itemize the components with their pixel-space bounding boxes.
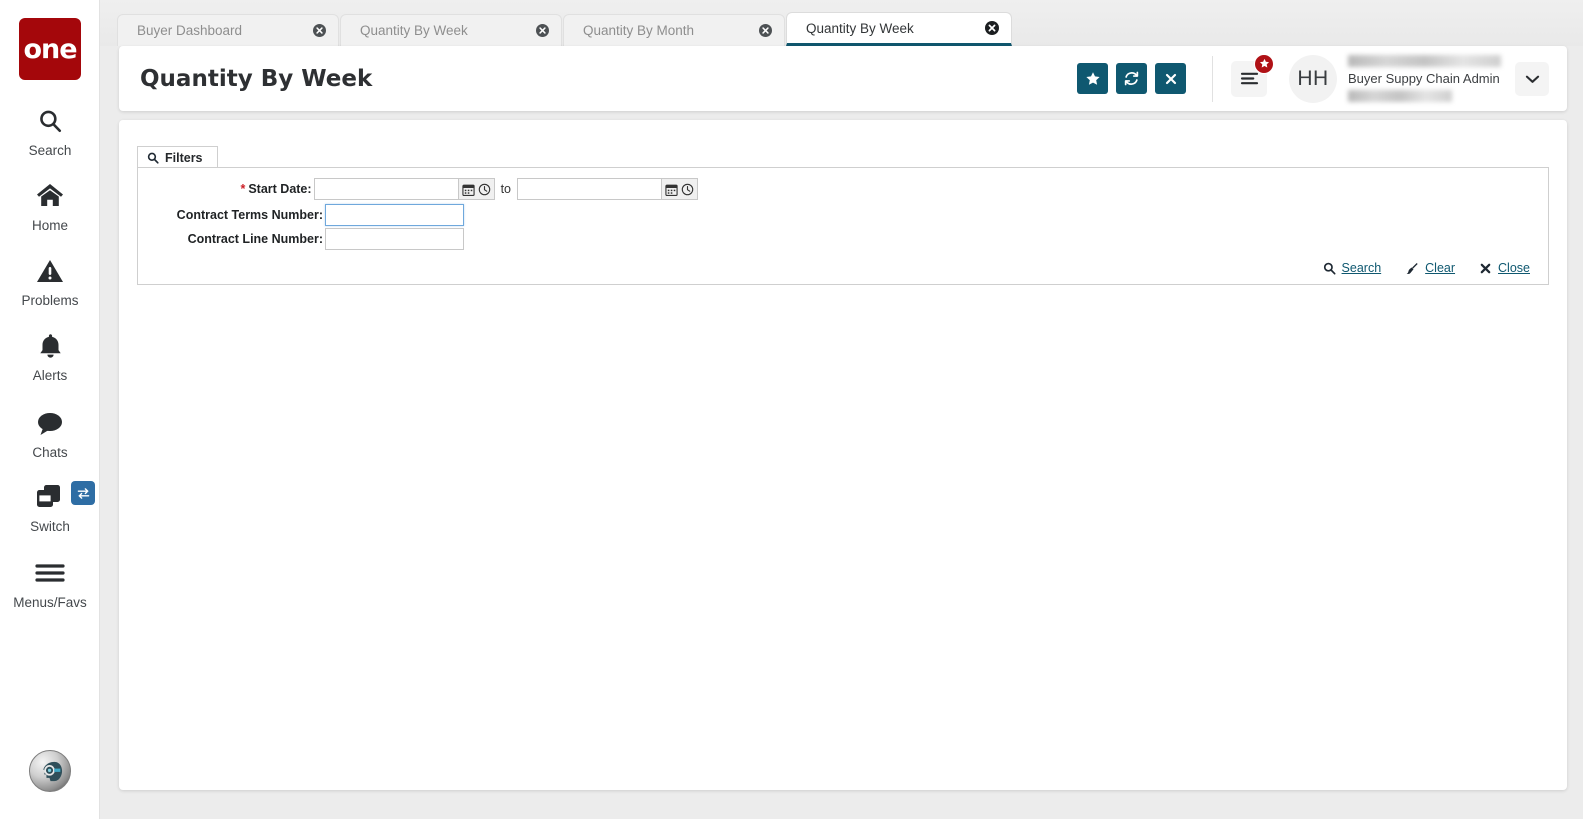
- clear-button-label: Clear: [1425, 261, 1456, 275]
- close-page-button[interactable]: [1155, 63, 1186, 94]
- tab-quantity-by-month[interactable]: Quantity By Month: [563, 14, 785, 46]
- close-filters-button-label: Close: [1498, 261, 1530, 275]
- user-menu-button[interactable]: [1515, 61, 1549, 96]
- sidebar-item-home[interactable]: Home: [0, 179, 100, 233]
- label-start-date: * Start Date:: [138, 182, 312, 196]
- chevron-down-icon: [1525, 75, 1539, 83]
- user-role: Buyer Suppy Chain Admin: [1348, 71, 1500, 86]
- clock-icon[interactable]: [477, 183, 492, 196]
- page-header-card: Quantity By Week HH Buyer Suppy Chain Ad…: [119, 46, 1567, 111]
- sidebar-label-alerts: Alerts: [32, 368, 68, 383]
- label-start-date-text: Start Date:: [248, 182, 312, 196]
- start-date-from-input[interactable]: [313, 178, 459, 200]
- calendar-icon[interactable]: [461, 183, 476, 196]
- tab-close-icon[interactable]: [312, 24, 326, 38]
- avatar-initials: HH: [1297, 66, 1329, 90]
- filter-actions: Search Clear Close: [1323, 261, 1530, 275]
- header-actions: HH Buyer Suppy Chain Admin: [1069, 53, 1567, 103]
- tab-label: Quantity By Week: [806, 20, 914, 36]
- ai-assistant-button[interactable]: [29, 750, 71, 792]
- refresh-icon: [1124, 71, 1139, 86]
- refresh-button[interactable]: [1116, 63, 1147, 94]
- ai-assistant-head-icon: [42, 761, 62, 781]
- search-icon: [1323, 262, 1336, 275]
- sidebar-label-home: Home: [31, 218, 68, 233]
- filters-tab-label: Filters: [165, 150, 203, 165]
- calendar-icon[interactable]: [664, 183, 679, 196]
- user-info-block: Buyer Suppy Chain Admin: [1348, 55, 1503, 102]
- avatar[interactable]: HH: [1289, 54, 1337, 103]
- sidebar-label-chats: Chats: [32, 445, 68, 460]
- tab-close-icon[interactable]: [758, 24, 772, 38]
- contract-terms-number-input[interactable]: [325, 204, 464, 226]
- search-button-label: Search: [1341, 261, 1382, 275]
- exchange-arrows-icon: [77, 487, 89, 499]
- star-icon: [1085, 71, 1100, 85]
- tab-label: Quantity By Week: [360, 23, 468, 38]
- close-x-icon: [1165, 73, 1176, 84]
- bell-icon: [38, 329, 63, 363]
- search-icon: [37, 104, 63, 138]
- label-contract-terms-number: Contract Terms Number:: [176, 208, 323, 222]
- close-filters-button[interactable]: Close: [1479, 261, 1530, 275]
- sidebar-label-menus-favs: Menus/Favs: [13, 595, 87, 610]
- tab-quantity-by-week-active[interactable]: Quantity By Week: [786, 12, 1012, 46]
- switch-toggle-badge[interactable]: [71, 481, 95, 505]
- clock-icon[interactable]: [680, 183, 695, 196]
- sidebar-label-switch: Switch: [30, 519, 70, 534]
- header-divider: [1212, 55, 1213, 102]
- tab-quantity-by-week-1[interactable]: Quantity By Week: [340, 14, 562, 46]
- date-range-separator: to: [500, 182, 511, 196]
- main-menu-button[interactable]: [1231, 53, 1274, 97]
- sidebar-item-search[interactable]: Search: [0, 104, 100, 158]
- start-date-to-input[interactable]: [517, 178, 662, 200]
- start-date-to-addons: [662, 178, 698, 200]
- switch-windows-icon: [35, 480, 65, 514]
- sidebar-item-menus-favs[interactable]: Menus/Favs: [0, 556, 100, 610]
- search-icon: [147, 152, 159, 164]
- sidebar-item-chats[interactable]: Chats: [0, 406, 100, 460]
- filter-row-contract-line-number: Contract Line Number:: [138, 228, 464, 250]
- tab-close-icon[interactable]: [985, 21, 999, 35]
- tab-close-icon[interactable]: [535, 24, 549, 38]
- hamburger-menu-icon: [1240, 72, 1258, 85]
- sidebar-item-problems[interactable]: Problems: [0, 254, 100, 308]
- tab-buyer-dashboard[interactable]: Buyer Dashboard: [117, 14, 339, 46]
- left-sidebar: one Search Home Problems Alerts Chats Sw…: [0, 0, 100, 819]
- page-content-card: Filters * Start Date: to Contract Terms …: [119, 120, 1567, 790]
- start-date-from-addons: [458, 178, 495, 200]
- hamburger-icon: [35, 556, 65, 590]
- brand-logo-text: one: [23, 33, 77, 65]
- user-org-redacted: [1348, 90, 1452, 102]
- tab-label: Quantity By Month: [583, 23, 695, 38]
- filters-tab[interactable]: Filters: [137, 146, 218, 168]
- sidebar-item-alerts[interactable]: Alerts: [0, 329, 100, 383]
- sidebar-label-search: Search: [28, 143, 72, 158]
- filters-panel: * Start Date: to Contract Terms Number: …: [137, 167, 1549, 285]
- warning-triangle-icon: [36, 254, 64, 288]
- favorite-button[interactable]: [1077, 63, 1108, 94]
- clear-button[interactable]: Clear: [1405, 261, 1455, 275]
- filter-row-start-date: * Start Date: to: [138, 178, 698, 200]
- required-asterisk: *: [240, 182, 246, 196]
- contract-line-number-input[interactable]: [325, 228, 464, 250]
- search-button[interactable]: Search: [1323, 261, 1382, 275]
- browser-tab-strip: Buyer Dashboard Quantity By Week Quantit…: [100, 0, 1583, 46]
- close-x-icon: [1480, 263, 1491, 273]
- chat-bubble-icon: [36, 406, 64, 440]
- filter-row-contract-terms-number: Contract Terms Number:: [138, 204, 464, 226]
- star-badge-icon: [1254, 53, 1274, 74]
- tab-label: Buyer Dashboard: [137, 23, 243, 38]
- user-name-redacted: [1348, 55, 1501, 67]
- broom-icon: [1406, 262, 1418, 274]
- brand-logo[interactable]: one: [19, 18, 81, 80]
- sidebar-label-problems: Problems: [21, 293, 79, 308]
- label-contract-line-number: Contract Line Number:: [187, 232, 323, 246]
- page-title: Quantity By Week: [140, 65, 373, 92]
- home-icon: [36, 179, 64, 213]
